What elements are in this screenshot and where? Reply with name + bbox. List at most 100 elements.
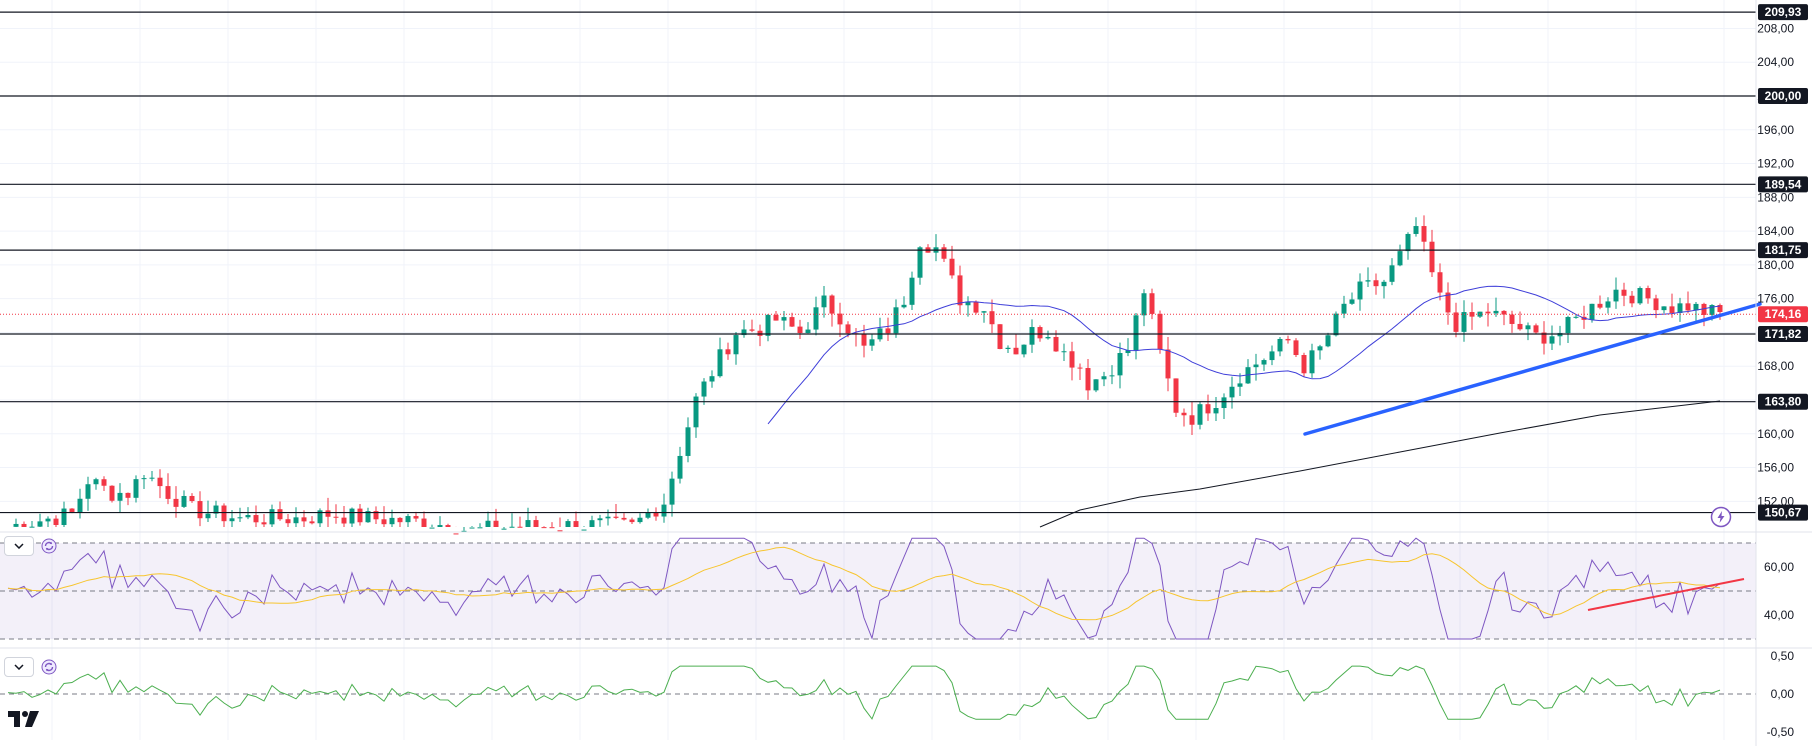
candle — [1357, 273, 1363, 311]
price-tick-label: 188,00 — [1757, 190, 1794, 204]
candle-body — [85, 484, 91, 499]
candle — [1189, 401, 1195, 436]
oscillator-sync-button[interactable] — [40, 658, 58, 676]
candle-body — [1645, 288, 1651, 299]
candle-body — [349, 508, 355, 524]
candle — [1445, 282, 1451, 325]
candle — [869, 333, 875, 351]
candle-body — [37, 521, 43, 527]
candle — [525, 507, 531, 527]
candle — [1605, 297, 1611, 314]
candle — [1269, 345, 1275, 366]
candle — [1381, 279, 1387, 299]
candle — [1125, 338, 1131, 357]
candle — [661, 493, 667, 523]
candle-body — [621, 517, 627, 520]
candle-body — [1285, 338, 1291, 341]
candle-body — [341, 517, 347, 524]
candle — [101, 476, 107, 492]
candle-body — [157, 477, 163, 487]
tradingview-logo[interactable] — [8, 709, 42, 734]
candle — [1045, 330, 1051, 340]
candle-body — [781, 317, 787, 321]
candle-body — [1397, 251, 1403, 266]
candle-body — [1533, 325, 1539, 333]
candle-body — [1141, 293, 1147, 316]
candle — [1485, 303, 1491, 327]
candle-body — [677, 455, 683, 479]
candle — [1093, 379, 1099, 393]
candle-body — [1021, 344, 1027, 355]
candle — [437, 516, 443, 527]
candle — [1661, 306, 1667, 314]
candle-body — [541, 527, 547, 529]
candle-body — [1045, 336, 1051, 339]
candle — [1117, 342, 1123, 389]
candle — [541, 526, 547, 529]
candle-body — [1685, 303, 1691, 311]
level-price-tag: 181,75 — [1758, 242, 1808, 259]
candle — [1477, 311, 1483, 318]
candle-body — [1173, 378, 1179, 413]
price-axis: 208,00 204,00 200,00 196,00 192,00 188,00 184,… — [1755, 0, 1808, 746]
candle-body — [357, 508, 363, 523]
candle — [1637, 286, 1643, 305]
candle-body — [1629, 295, 1635, 304]
candle — [901, 296, 907, 309]
candle-body — [493, 520, 499, 527]
price-pane — [0, 11, 1762, 535]
candle-body — [109, 485, 115, 501]
candle-body — [229, 518, 235, 522]
candle-body — [789, 317, 795, 327]
level-price-tag: 200,00 — [1758, 88, 1808, 104]
candle — [1341, 295, 1347, 319]
candle-body — [333, 516, 339, 518]
rsi-sync-button[interactable] — [40, 537, 58, 555]
candle — [381, 506, 387, 527]
candle-body — [1621, 289, 1627, 296]
candle-body — [565, 521, 571, 527]
candle-body — [77, 498, 83, 513]
candle — [1237, 373, 1243, 397]
candle — [1461, 300, 1467, 342]
level-price-tag: 171,82 — [1758, 325, 1808, 342]
candle-body — [525, 520, 531, 527]
candle-body — [101, 479, 107, 486]
candle-body — [685, 427, 691, 456]
candle-body — [1573, 316, 1579, 318]
candle — [141, 475, 147, 490]
candle-body — [269, 509, 275, 525]
candle — [789, 312, 795, 327]
candle — [1005, 345, 1011, 353]
candle — [829, 294, 835, 327]
candle — [149, 471, 155, 482]
alert-button[interactable] — [1710, 506, 1732, 528]
candle — [205, 500, 211, 522]
candle — [605, 509, 611, 526]
rsi-collapse-button[interactable] — [4, 536, 34, 556]
candle-body — [533, 520, 539, 527]
candle — [837, 302, 843, 337]
candle — [1373, 273, 1379, 295]
candle — [13, 518, 19, 527]
candle-body — [1517, 323, 1523, 330]
candle-body — [837, 313, 843, 325]
candle-body — [1421, 226, 1427, 242]
candle — [1389, 258, 1395, 286]
rsi-pane — [0, 531, 1812, 649]
candle-body — [13, 523, 19, 527]
oscillator-collapse-button[interactable] — [4, 657, 34, 677]
candle-body — [1149, 293, 1155, 314]
chevron-down-icon — [14, 664, 24, 670]
candle-body — [1653, 298, 1659, 311]
candle-body — [1405, 233, 1411, 252]
level-tag-label: 189,54 — [1765, 177, 1802, 191]
candle — [885, 317, 891, 341]
candle — [893, 299, 899, 338]
candle — [613, 503, 619, 520]
candle — [549, 522, 555, 529]
candle-body — [189, 495, 195, 502]
candle — [429, 524, 435, 529]
candle-body — [1005, 347, 1011, 349]
candle-body — [469, 527, 475, 529]
